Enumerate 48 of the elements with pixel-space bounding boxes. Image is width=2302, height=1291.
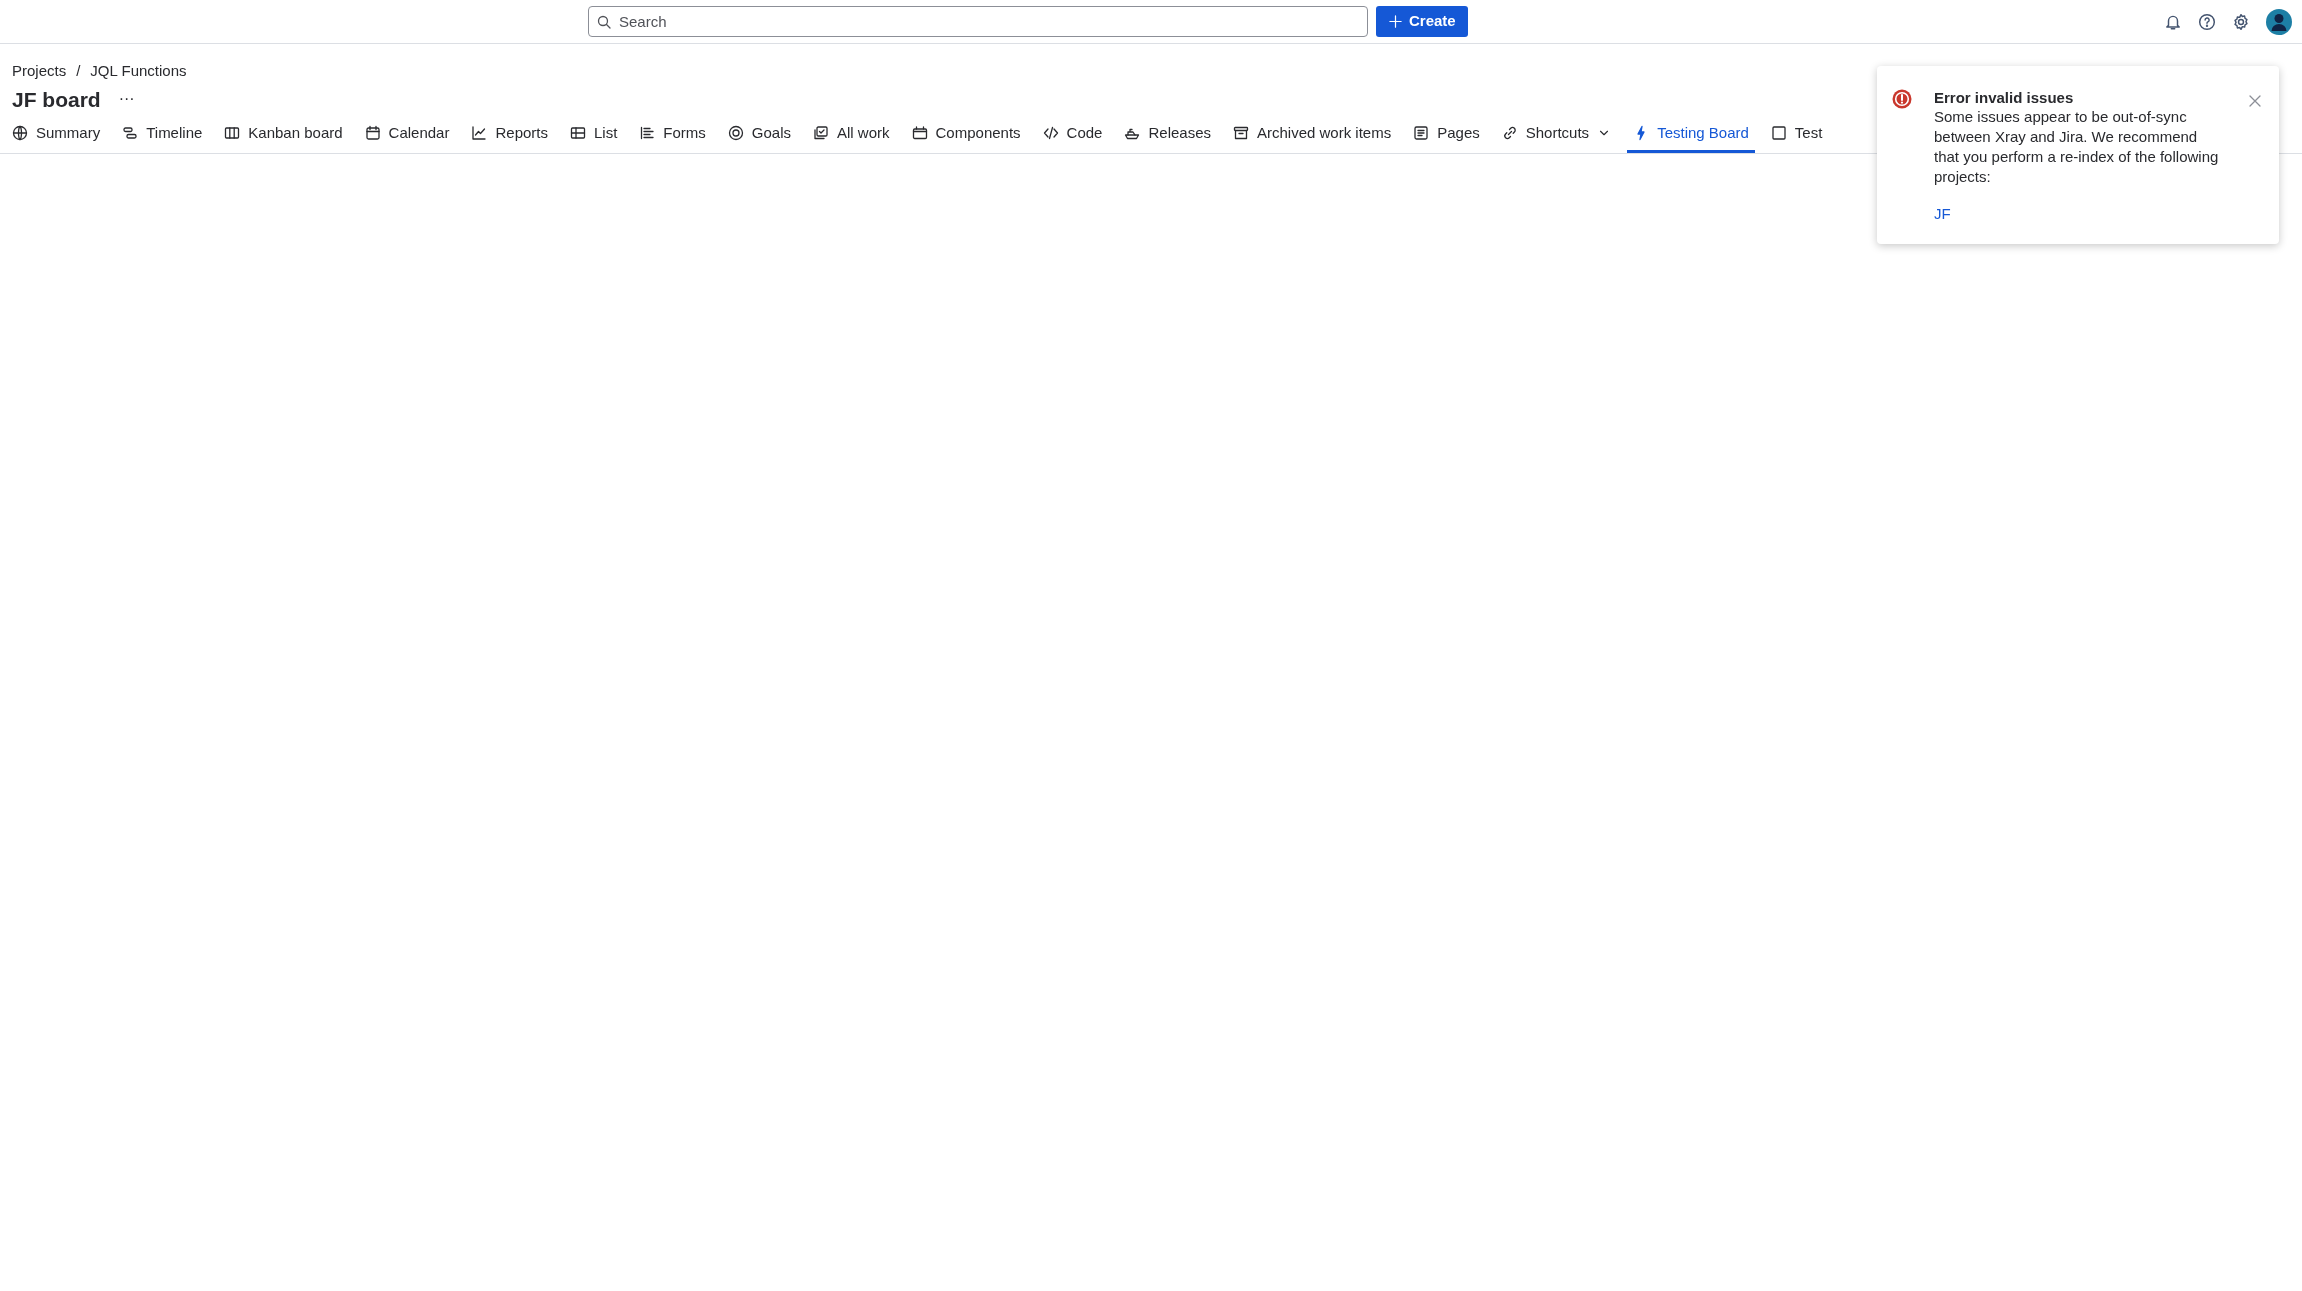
plus-icon bbox=[1388, 14, 1403, 29]
tab[interactable]: All work bbox=[807, 121, 896, 154]
code-icon bbox=[1042, 124, 1059, 141]
search-field[interactable]: Search bbox=[588, 6, 1368, 37]
create-button[interactable]: Create bbox=[1376, 6, 1468, 37]
tab[interactable]: Archived work items bbox=[1227, 121, 1398, 154]
square-icon bbox=[1770, 124, 1787, 141]
page-icon bbox=[1413, 124, 1430, 141]
tab[interactable]: Reports bbox=[465, 121, 554, 154]
stack-icon bbox=[813, 124, 829, 141]
breadcrumb-link[interactable]: Projects bbox=[12, 60, 67, 83]
breadcrumb-separator: / bbox=[76, 61, 81, 81]
globe-icon bbox=[12, 124, 28, 141]
tab[interactable]: Code bbox=[1036, 121, 1109, 154]
calendar-icon bbox=[364, 124, 381, 141]
tab[interactable]: Components bbox=[905, 121, 1027, 154]
page-title: JF board bbox=[12, 86, 101, 112]
tab[interactable]: Test bbox=[1764, 121, 1829, 154]
archive-icon bbox=[1233, 124, 1249, 141]
tab[interactable]: Summary bbox=[6, 121, 107, 154]
tab[interactable]: Testing Board bbox=[1627, 121, 1755, 154]
breadcrumb-link[interactable]: JQL Functions bbox=[90, 60, 187, 83]
tab[interactable]: Shortcuts bbox=[1495, 121, 1618, 154]
notification-message: Some issues appear to be out-of-sync between Xray and Jira. We recommend that you perform a re-index of the following projects: bbox=[1934, 107, 2220, 187]
tab[interactable]: Releases bbox=[1118, 121, 1217, 154]
tab[interactable]: Forms bbox=[633, 121, 712, 154]
columns-icon bbox=[224, 124, 241, 141]
error-icon bbox=[1892, 89, 1912, 109]
tab[interactable]: Calendar bbox=[358, 121, 456, 154]
tab[interactable]: Timeline bbox=[116, 121, 209, 154]
chart-icon bbox=[471, 124, 488, 141]
help-icon bbox=[2198, 12, 2216, 31]
box-icon bbox=[911, 124, 928, 141]
timeline-icon bbox=[122, 124, 139, 141]
avatar-icon[interactable] bbox=[2266, 8, 2292, 35]
more-button[interactable]: ··· bbox=[114, 87, 139, 112]
tab[interactable]: Kanban board bbox=[218, 121, 349, 154]
project-link[interactable]: JF bbox=[1934, 203, 1951, 226]
link-icon bbox=[1501, 124, 1518, 141]
table-icon bbox=[570, 124, 586, 141]
target-icon bbox=[727, 124, 744, 141]
tab[interactable]: Goals bbox=[721, 121, 797, 154]
form-icon bbox=[639, 124, 656, 141]
search-icon bbox=[596, 14, 612, 30]
tab[interactable]: List bbox=[564, 121, 624, 154]
notification-title: Error invalid issues bbox=[1934, 89, 2075, 107]
tab[interactable]: Pages bbox=[1407, 121, 1486, 154]
settings-icon bbox=[2232, 12, 2250, 31]
